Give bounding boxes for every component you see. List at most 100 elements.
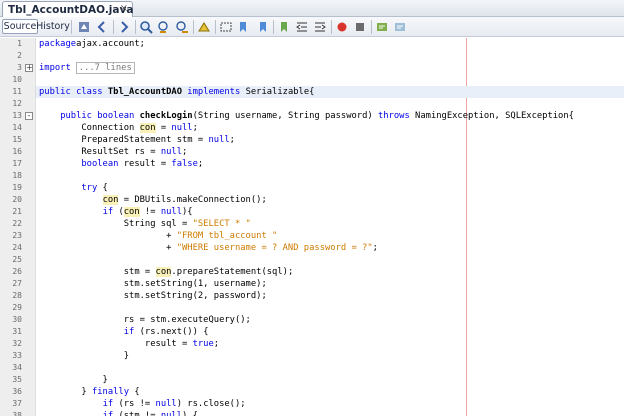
- line-number: 30: [12, 315, 22, 324]
- code-token: ajax.account;: [76, 39, 145, 49]
- code-line[interactable]: Connection con = null;: [39, 122, 198, 134]
- code-token: (rs !=: [113, 399, 156, 409]
- code-line[interactable]: + "FROM tbl_account ": [39, 230, 277, 242]
- toolbar-separator: [113, 20, 114, 34]
- uncomment-icon[interactable]: [393, 20, 407, 34]
- code-token: ) rs.close();: [176, 399, 246, 409]
- file-tab[interactable]: Tbl_AccountDAO.java ×: [2, 1, 133, 17]
- code-line[interactable]: if (stm != null) {: [39, 410, 198, 416]
- code-line[interactable]: if (con != null){: [39, 206, 193, 218]
- code-token: String sql =: [39, 219, 193, 229]
- stop-macro-icon[interactable]: [353, 20, 367, 34]
- keyword-token: if: [123, 327, 135, 337]
- file-tab-label: Tbl_AccountDAO.java: [8, 3, 134, 16]
- code-token: rs = stm.executeQuery();: [39, 315, 251, 325]
- code-line[interactable]: if (rs != null) rs.close();: [39, 398, 246, 410]
- line-number: 25: [12, 255, 22, 264]
- code-token: ;: [372, 243, 378, 253]
- keyword-token: public boolean: [60, 111, 135, 121]
- toggle-highlight-icon[interactable]: [197, 20, 211, 34]
- keyword-token: throws: [377, 111, 410, 121]
- code-line[interactable]: if (rs.next()) {: [39, 326, 209, 338]
- code-line[interactable]: }: [39, 350, 129, 362]
- back-icon[interactable]: [95, 20, 109, 34]
- keyword-token: public class: [39, 87, 103, 97]
- code-token: NamingException, SQLException{: [409, 111, 574, 121]
- line-number: 24: [12, 243, 22, 252]
- collapse-fold-icon[interactable]: -: [25, 112, 33, 120]
- prev-bookmark-icon[interactable]: [237, 20, 251, 34]
- code-token: +: [39, 231, 177, 241]
- code-token: checkLogin: [134, 111, 193, 121]
- line-number: 13: [12, 111, 22, 120]
- toggle-bookmark-icon[interactable]: [277, 20, 291, 34]
- line-number: 11: [12, 87, 22, 96]
- line-number: 12: [12, 99, 22, 108]
- find-previous-icon[interactable]: [157, 20, 171, 34]
- line-number: 20: [12, 195, 22, 204]
- code-line[interactable]: con = DBUtils.makeConnection();: [39, 194, 267, 206]
- toolbar-separator: [331, 20, 332, 34]
- code-line[interactable]: boolean result = false;: [39, 158, 203, 170]
- line-number: 17: [12, 159, 22, 168]
- collapsed-imports[interactable]: ...7 lines: [75, 62, 135, 74]
- close-tab-icon[interactable]: ×: [120, 3, 128, 14]
- code-line[interactable]: }: [39, 374, 108, 386]
- string-token: "SELECT * ": [192, 219, 251, 229]
- line-number: 32: [12, 339, 22, 348]
- code-line[interactable]: rs = stm.executeQuery();: [39, 314, 251, 326]
- toggle-rect-select-icon[interactable]: [219, 20, 233, 34]
- forward-icon[interactable]: [117, 20, 131, 34]
- code-token: ){: [182, 207, 193, 217]
- comment-icon[interactable]: [375, 20, 389, 34]
- code-line[interactable]: public boolean checkLogin(String usernam…: [39, 110, 574, 122]
- line-number: 10: [12, 75, 22, 84]
- code-line[interactable]: } finally {: [39, 386, 139, 398]
- code-line[interactable]: PreparedStatement stm = null;: [39, 134, 235, 146]
- code-token: (stm !=: [113, 411, 161, 416]
- code-line[interactable]: ResultSet rs = null;: [39, 146, 187, 158]
- code-token: ResultSet rs =: [39, 147, 161, 157]
- find-selection-icon[interactable]: [139, 20, 153, 34]
- code-token: result =: [118, 159, 172, 169]
- shift-left-icon[interactable]: [295, 20, 309, 34]
- keyword-token: null: [171, 123, 193, 133]
- code-line[interactable]: result = true;: [39, 338, 219, 350]
- source-tab-button[interactable]: Source: [2, 19, 38, 34]
- keyword-token: true: [192, 339, 214, 349]
- keyword-token: boolean: [81, 159, 119, 169]
- shift-right-icon[interactable]: [313, 20, 327, 34]
- line-number: 26: [12, 267, 22, 276]
- code-line[interactable]: packageajax.account;: [39, 38, 145, 50]
- toolbar-separator: [193, 20, 194, 34]
- last-edit-icon[interactable]: [77, 20, 91, 34]
- code-line[interactable]: String sql = "SELECT * ": [39, 218, 251, 230]
- expand-fold-icon[interactable]: +: [25, 64, 33, 72]
- code-line[interactable]: stm.setString(2, password);: [39, 290, 267, 302]
- code-token: (: [113, 207, 124, 217]
- code-line[interactable]: stm.setString(1, username);: [39, 278, 267, 290]
- keyword-token: package: [39, 39, 77, 49]
- history-tab-button[interactable]: History: [36, 19, 70, 34]
- highlighted-occurrence: con: [123, 207, 140, 217]
- code-line[interactable]: import ...7 lines: [39, 62, 135, 74]
- code-token: ;: [213, 339, 220, 349]
- toolbar-separator: [273, 20, 274, 34]
- next-bookmark-icon[interactable]: [255, 20, 269, 34]
- start-macro-icon[interactable]: [335, 20, 349, 34]
- line-number: 18: [12, 171, 22, 180]
- code-line[interactable]: stm = con.prepareStatement(sql);: [39, 266, 293, 278]
- keyword-token: false: [171, 159, 198, 169]
- code-token: stm.setString(1, username);: [39, 279, 267, 289]
- find-next-icon[interactable]: [175, 20, 189, 34]
- code-line[interactable]: try {: [39, 182, 107, 194]
- code-line[interactable]: + "WHERE username = ? AND password = ?";: [39, 242, 378, 254]
- code-line[interactable]: public class Tbl_AccountDAO implements S…: [39, 86, 314, 98]
- line-number: 14: [12, 123, 22, 132]
